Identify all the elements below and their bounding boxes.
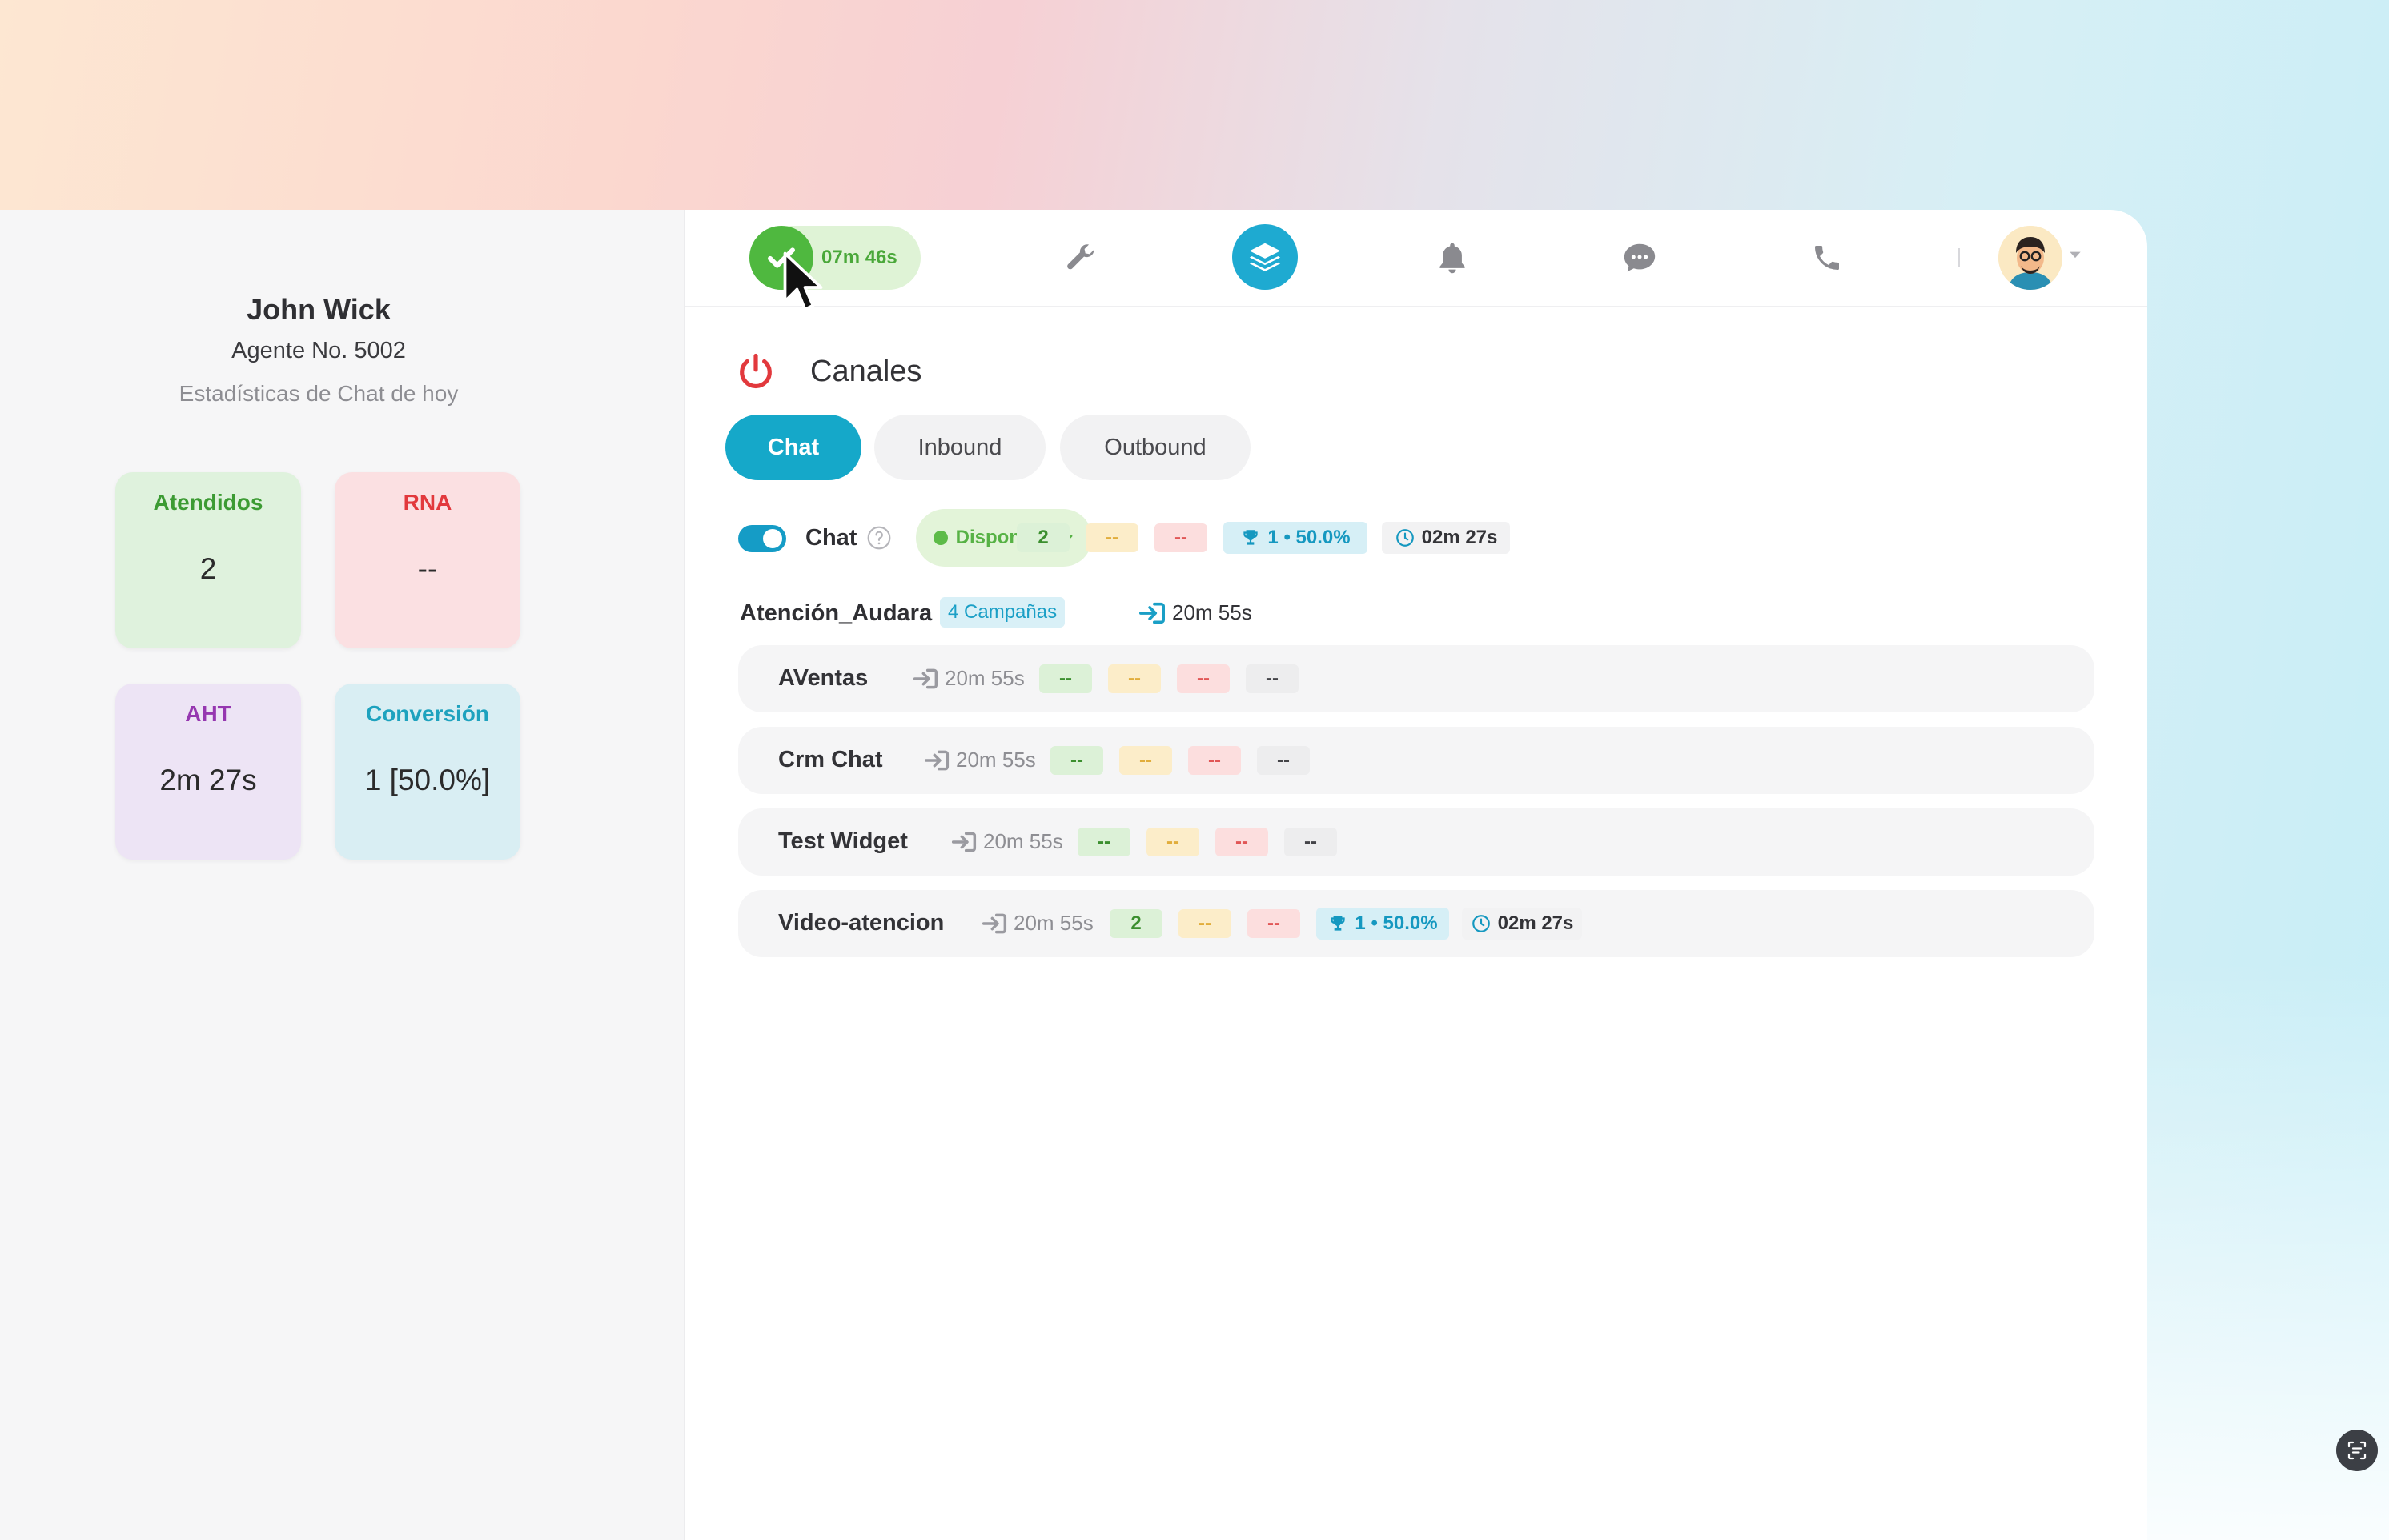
badge-extra: -- (1284, 828, 1337, 856)
conversion-value: 1 • 50.0% (1355, 912, 1438, 934)
main-panel: 07m 46s Canales Chat Inbound Outbound Ch… (685, 210, 2147, 1540)
trophy-icon (1331, 916, 1346, 931)
badge-attended: 2 (1017, 523, 1070, 552)
stat-label: Conversión (365, 701, 490, 726)
stat-label: Atendidos (153, 490, 263, 515)
stat-label: AHT (185, 701, 231, 726)
stat-card-conversion: Conversión 1 [50.0%] (335, 684, 520, 860)
queue-name: Test Widget (778, 828, 908, 854)
badge-attended: 2 (1110, 909, 1162, 938)
agent-number: Agente No. 5002 (231, 338, 406, 363)
status-timer: 07m 46s (821, 247, 897, 268)
queue-name: Video-atencion (778, 910, 945, 936)
tab-chat[interactable]: Chat (725, 415, 861, 480)
badge-attended: -- (1039, 664, 1092, 693)
chat-bubble-icon[interactable] (1614, 232, 1665, 283)
stat-value: 2 (199, 552, 217, 585)
queue-name: AVentas (778, 665, 869, 691)
badge-conversion: 1 • 50.0% (1316, 908, 1449, 940)
queue-login-time: 20m 55s (924, 748, 1036, 772)
power-icon[interactable] (735, 351, 777, 392)
campaign-login-time: 20m 55s (1138, 600, 1252, 625)
layers-icon[interactable] (1232, 224, 1298, 290)
queue-row-test-widget[interactable]: Test Widget 20m 55s -- -- -- -- (738, 808, 2094, 876)
conversion-value: 1 • 50.0% (1267, 527, 1351, 548)
queue-login-time: 20m 55s (951, 829, 1063, 854)
login-time-value: 20m 55s (945, 666, 1025, 690)
login-icon (1138, 602, 1166, 624)
badge-attended: -- (1078, 828, 1130, 856)
login-time-value: 20m 55s (1014, 911, 1094, 935)
login-icon (982, 913, 1007, 933)
badge-rna: -- (1177, 664, 1230, 693)
queue-name: Crm Chat (778, 747, 883, 772)
badge-time: 02m 27s (1462, 908, 1582, 940)
trophy-icon (1243, 530, 1259, 545)
top-toolbar: 07m 46s (685, 210, 2147, 311)
login-icon (913, 668, 938, 688)
phone-icon[interactable] (1801, 232, 1853, 283)
queue-row-aventas[interactable]: AVentas 20m 55s -- -- -- -- (738, 645, 2094, 712)
tab-outbound[interactable]: Outbound (1060, 415, 1251, 480)
queue-login-time: 20m 55s (913, 666, 1025, 691)
channel-label: Chat (805, 525, 857, 551)
badge-conversion: 1 • 50.0% (1223, 522, 1367, 554)
badge-time: 02m 27s (1382, 522, 1510, 554)
campaign-count-badge[interactable]: 4 Campañas (940, 597, 1066, 628)
badge-pending: -- (1146, 828, 1199, 856)
stat-card-aht: AHT 2m 27s (115, 684, 301, 860)
agent-stats-panel: John Wick Agente No. 5002 Estadísticas d… (0, 210, 685, 1540)
time-value: 02m 27s (1497, 912, 1574, 934)
avatar[interactable] (1998, 226, 2062, 290)
tab-inbound[interactable]: Inbound (874, 415, 1046, 480)
section-header: Canales (735, 347, 921, 395)
help-icon[interactable] (866, 525, 892, 551)
queue-row-crm-chat[interactable]: Crm Chat 20m 55s -- -- -- -- (738, 727, 2094, 794)
badge-pending: -- (1108, 664, 1161, 693)
stat-value: 1 [50.0%] (364, 764, 491, 796)
clock-icon (1395, 529, 1414, 547)
caret-down-icon[interactable] (2067, 247, 2083, 263)
mouse-cursor-icon (783, 251, 823, 311)
badge-attended: -- (1050, 746, 1103, 775)
campaign-group-header: Atención_Audara 4 Campañas 20m 55s (740, 597, 1540, 629)
badge-extra: -- (1246, 664, 1299, 693)
stat-value: 2m 27s (159, 764, 257, 796)
badge-extra: -- (1257, 746, 1310, 775)
badge-pending: -- (1086, 523, 1138, 552)
stats-subtitle: Estadísticas de Chat de hoy (179, 381, 459, 406)
screenshot-tool-icon[interactable] (2336, 1430, 2378, 1471)
page-title: Canales (810, 354, 922, 388)
badge-rna: -- (1154, 523, 1207, 552)
wrench-icon[interactable] (1055, 232, 1106, 283)
stat-label: RNA (403, 490, 452, 515)
badge-rna: -- (1188, 746, 1241, 775)
queue-login-time: 20m 55s (982, 911, 1094, 936)
badge-rna: -- (1247, 909, 1300, 938)
status-dot (933, 531, 948, 545)
login-icon (951, 832, 977, 852)
queue-row-video-atencion[interactable]: Video-atencion 20m 55s 2 -- -- 1 • 50.0%… (738, 890, 2094, 957)
login-time-value: 20m 55s (983, 829, 1063, 853)
stat-value: -- (417, 552, 438, 585)
badge-rna: -- (1215, 828, 1268, 856)
stat-card-rna: RNA -- (335, 472, 520, 648)
toolbar-divider (1958, 248, 1960, 267)
bell-icon[interactable] (1427, 232, 1478, 283)
login-icon (924, 750, 950, 770)
login-time-value: 20m 55s (956, 748, 1036, 772)
login-time-value: 20m 55s (1172, 600, 1252, 624)
channel-chat-row: Chat Disponible 2 -- -- 1 • 50.0% 02m 27… (738, 509, 1699, 567)
agent-status-button[interactable]: 07m 46s (749, 226, 921, 290)
agent-name: John Wick (247, 293, 391, 326)
clock-icon (1472, 915, 1490, 932)
campaign-group-name: Atención_Audara (740, 600, 933, 626)
time-value: 02m 27s (1421, 527, 1498, 548)
badge-pending: -- (1119, 746, 1172, 775)
stat-card-attended: Atendidos 2 (115, 472, 301, 648)
chat-channel-toggle[interactable] (738, 525, 786, 552)
badge-pending: -- (1178, 909, 1231, 938)
